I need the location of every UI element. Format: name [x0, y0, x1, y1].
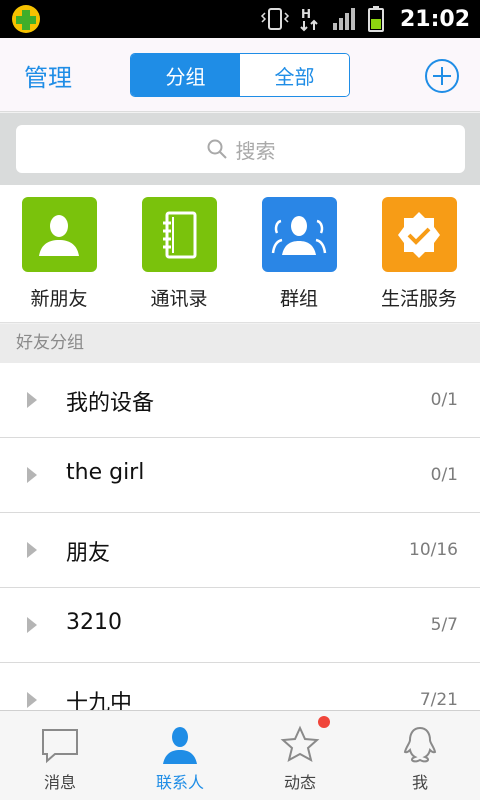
shortcut-grid: 新朋友 通讯录 群组 生活服务: [0, 185, 480, 323]
search-placeholder: 搜索: [235, 138, 276, 163]
expand-arrow-icon: [27, 692, 37, 708]
battery-icon: [367, 6, 384, 32]
group-name: 3210: [66, 610, 122, 635]
star-icon: [280, 725, 320, 762]
expand-arrow-icon: [27, 392, 37, 408]
group-count: 0/1: [430, 390, 458, 410]
shortcut-address-book[interactable]: 通讯录: [124, 197, 234, 311]
address-book-icon: [141, 197, 217, 272]
section-header: 好友分组: [0, 324, 480, 363]
plus-circle-icon[interactable]: [424, 58, 460, 94]
search-bar: 搜索: [0, 113, 480, 185]
app-badge-icon: [12, 5, 40, 33]
group-count: 5/7: [430, 615, 458, 635]
expand-arrow-icon: [27, 617, 37, 633]
tab-messages[interactable]: 消息: [0, 711, 120, 800]
shortcut-groups[interactable]: 群组: [244, 197, 354, 311]
shortcut-label: 生活服务: [380, 288, 457, 310]
group-count: 7/21: [419, 690, 458, 710]
contact-icon: [163, 727, 197, 764]
penguin-icon: [403, 726, 437, 763]
group-row[interactable]: 我的设备 0/1: [0, 363, 480, 438]
group-row[interactable]: 3210 5/7: [0, 588, 480, 663]
shortcut-label: 通讯录: [150, 288, 208, 310]
segment-groups[interactable]: 分组: [131, 54, 240, 96]
vibrate-icon: [260, 8, 290, 30]
signal-icon: [332, 8, 355, 30]
group-icon: [261, 197, 337, 272]
data-indicator-text: H: [301, 7, 311, 21]
expand-arrow-icon: [27, 542, 37, 558]
tab-contacts[interactable]: 联系人: [120, 711, 240, 800]
group-count: 0/1: [430, 465, 458, 485]
clock: 21:02: [399, 6, 470, 32]
group-row[interactable]: the girl 0/1: [0, 438, 480, 513]
tab-me[interactable]: 我: [360, 711, 480, 800]
tab-label: 我: [411, 773, 428, 792]
shortcut-label: 群组: [279, 288, 318, 310]
search-input[interactable]: 搜索: [16, 125, 465, 173]
expand-arrow-icon: [27, 467, 37, 483]
group-list[interactable]: 我的设备 0/1 the girl 0/1 朋友 10/16 3210 5/7 …: [0, 363, 480, 710]
group-name: 我的设备: [66, 391, 155, 416]
person-icon: [21, 197, 97, 272]
search-icon: [207, 139, 227, 159]
group-name: 朋友: [66, 541, 111, 566]
group-count: 10/16: [409, 540, 458, 560]
message-icon: [42, 729, 78, 764]
tab-label: 消息: [43, 773, 76, 792]
shortcut-life-services[interactable]: 生活服务: [364, 197, 474, 311]
tab-bar: 消息 联系人 动态 我: [0, 710, 480, 800]
status-bar: H 21:02: [0, 0, 480, 38]
segment-all[interactable]: 全部: [240, 54, 349, 96]
h-data-icon: H: [300, 7, 318, 32]
tab-label: 联系人: [155, 773, 204, 792]
notification-dot: [318, 716, 330, 728]
badge-check-icon: [381, 197, 457, 272]
tab-moments[interactable]: 动态: [240, 711, 360, 800]
shortcut-label: 新朋友: [30, 288, 88, 310]
shortcut-new-friends[interactable]: 新朋友: [4, 197, 114, 311]
manage-button[interactable]: 管理: [24, 58, 72, 93]
group-row[interactable]: 朋友 10/16: [0, 513, 480, 588]
group-name: the girl: [66, 460, 145, 485]
tab-label: 动态: [283, 773, 316, 792]
group-row[interactable]: 十九中 7/21: [0, 663, 480, 710]
segment-control: 分组 全部: [130, 53, 350, 97]
group-name: 十九中: [66, 691, 133, 710]
header: 管理 分组 全部: [0, 38, 480, 112]
